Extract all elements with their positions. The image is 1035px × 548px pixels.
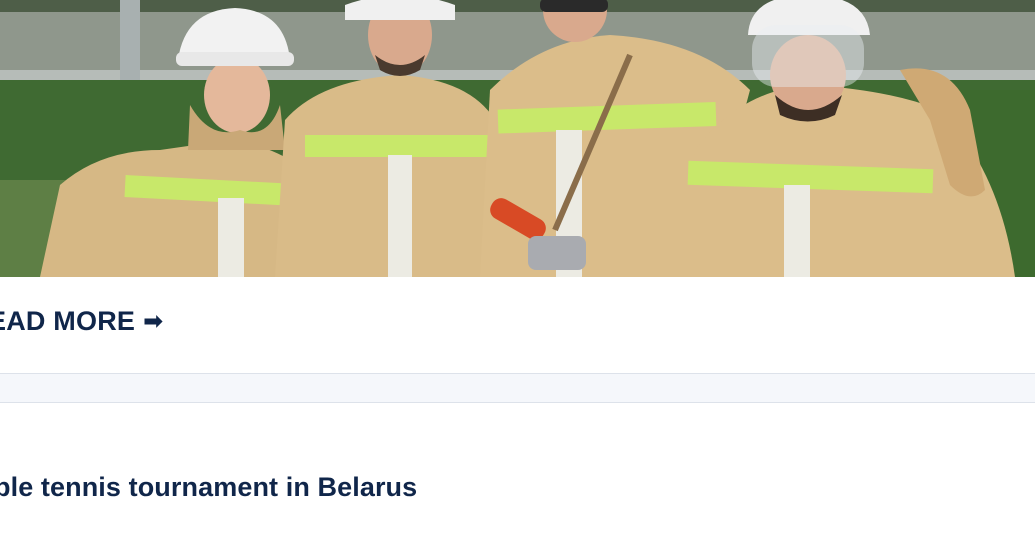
arrow-right-icon: ➡ <box>143 307 164 335</box>
read-more-link[interactable]: EAD MORE ➡ <box>0 306 163 337</box>
section-separator <box>0 373 1035 403</box>
firefighters-photo <box>0 0 1035 277</box>
read-more-label: EAD MORE <box>0 306 136 336</box>
page: EAD MORE ➡ ble tennis tournament in Bela… <box>0 0 1035 548</box>
next-article-title[interactable]: ble tennis tournament in Belarus <box>0 472 417 503</box>
article-photo[interactable] <box>0 0 1035 277</box>
